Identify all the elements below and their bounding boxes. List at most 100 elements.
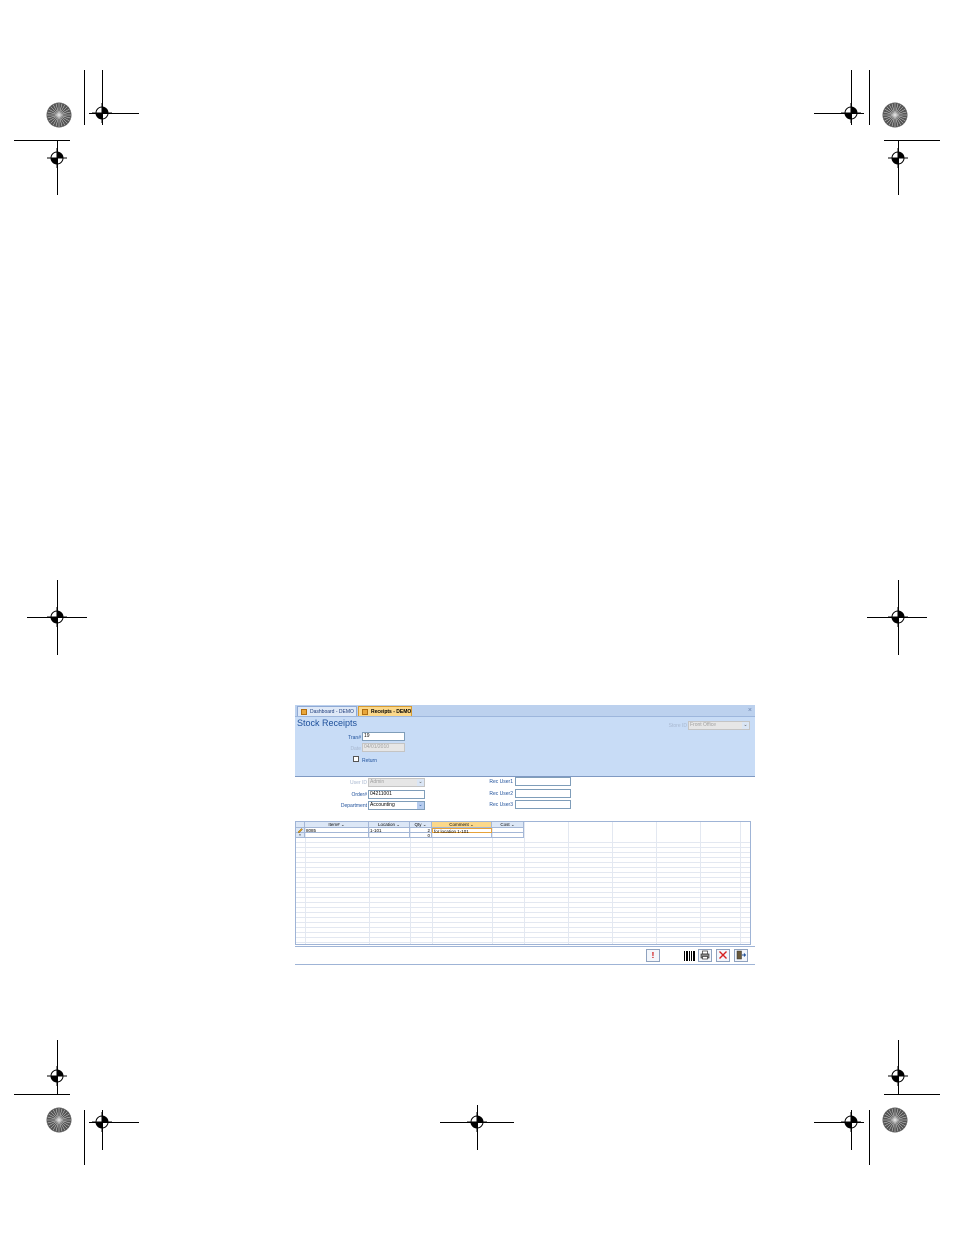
rec-user1-label: Rec User1 bbox=[489, 779, 513, 785]
column-header-label: Cost bbox=[500, 822, 510, 827]
sort-chevron-icon[interactable]: ⌄ bbox=[511, 822, 515, 827]
tab-label: Dashboard - DEMO bbox=[310, 709, 354, 715]
trans-field[interactable]: 19 bbox=[362, 732, 405, 741]
crop-line bbox=[867, 617, 927, 618]
crop-line bbox=[869, 70, 870, 125]
crop-line bbox=[869, 1110, 870, 1165]
crop-line bbox=[57, 1040, 58, 1095]
rec-user3-field[interactable] bbox=[515, 800, 571, 809]
table-cell-location[interactable] bbox=[369, 833, 410, 838]
delete-button[interactable] bbox=[716, 949, 730, 962]
date-label: Date bbox=[350, 746, 361, 752]
rec-user3-label: Rec User3 bbox=[489, 802, 513, 808]
column-header-label: Item# bbox=[328, 822, 340, 827]
form-icon bbox=[362, 709, 368, 715]
sort-chevron-icon[interactable]: ⌄ bbox=[396, 822, 400, 827]
form-header: Stock Receipts Tran# 19 Date 04/01/2010 … bbox=[295, 717, 755, 777]
empty-grid-column bbox=[700, 822, 701, 944]
crop-line bbox=[898, 140, 899, 195]
crop-line bbox=[84, 70, 85, 125]
rec-user1-field[interactable] bbox=[515, 777, 571, 786]
column-header-label: Qty bbox=[414, 822, 422, 827]
print-button[interactable] bbox=[698, 949, 712, 962]
return-checkbox[interactable] bbox=[353, 756, 359, 762]
exit-door-icon bbox=[736, 950, 747, 960]
crop-line bbox=[898, 580, 899, 655]
tab-dashboard[interactable]: Dashboard - DEMO bbox=[297, 706, 357, 716]
x-delete-icon bbox=[719, 951, 727, 959]
form-footer-toolbar: ! bbox=[295, 946, 755, 965]
crop-line bbox=[102, 1110, 103, 1150]
empty-grid-column bbox=[305, 822, 306, 944]
color-star-target-icon bbox=[882, 1107, 908, 1133]
crop-line bbox=[884, 1094, 940, 1095]
empty-grid-column bbox=[568, 822, 569, 944]
empty-grid-column bbox=[432, 822, 433, 944]
barcode-button[interactable] bbox=[682, 949, 696, 962]
department-label: Department bbox=[340, 803, 367, 809]
table-cell-comment[interactable] bbox=[432, 833, 492, 838]
tab-label: Receipts - DEMO bbox=[371, 709, 412, 715]
trans-label: Tran# bbox=[348, 735, 361, 741]
return-label: Return bbox=[362, 758, 378, 764]
table-cell-item[interactable] bbox=[305, 833, 369, 838]
exclamation-icon: ! bbox=[651, 951, 655, 960]
store-value: Front Office bbox=[690, 722, 717, 728]
color-star-target-icon bbox=[882, 102, 908, 128]
chevron-down-icon: ⌄ bbox=[417, 779, 424, 786]
color-star-target-icon bbox=[46, 102, 72, 128]
crop-line bbox=[57, 140, 58, 195]
crop-line bbox=[814, 113, 864, 114]
crop-line bbox=[898, 1040, 899, 1095]
user-value: Admin bbox=[370, 779, 385, 785]
form-icon bbox=[301, 709, 307, 715]
crop-line bbox=[89, 113, 139, 114]
chevron-down-icon: ⌄ bbox=[742, 722, 749, 729]
crop-line bbox=[884, 140, 940, 141]
store-label: Store ID bbox=[668, 723, 687, 729]
user-label: User ID bbox=[350, 780, 367, 786]
sort-chevron-icon[interactable]: ⌄ bbox=[470, 822, 474, 827]
rec-user2-label: Rec User2 bbox=[489, 791, 513, 797]
chevron-down-icon[interactable]: ⌄ bbox=[417, 802, 424, 809]
department-value: Accounting bbox=[370, 802, 395, 808]
tab-receipts[interactable]: Receipts - DEMO bbox=[358, 706, 412, 716]
barcode-icon bbox=[684, 951, 695, 961]
date-field: 04/01/2010 bbox=[362, 743, 405, 752]
exit-button[interactable] bbox=[734, 949, 748, 962]
empty-grid-column bbox=[410, 822, 411, 944]
crop-line bbox=[89, 1122, 139, 1123]
new-row-selector[interactable]: * bbox=[296, 833, 305, 838]
rec-user2-field[interactable] bbox=[515, 789, 571, 798]
empty-grid-column bbox=[492, 822, 493, 944]
close-icon[interactable]: × bbox=[748, 705, 752, 716]
crop-line bbox=[851, 70, 852, 125]
crop-line bbox=[14, 140, 70, 141]
empty-grid-column bbox=[369, 822, 370, 944]
order-label: Order# bbox=[351, 792, 367, 798]
department-select[interactable]: Accounting ⌄ bbox=[368, 801, 425, 810]
crop-line bbox=[851, 1110, 852, 1150]
color-star-target-icon bbox=[46, 1107, 72, 1133]
document-tab-bar: Dashboard - DEMO Receipts - DEMO × bbox=[295, 705, 755, 717]
empty-grid-column bbox=[656, 822, 657, 944]
crop-line bbox=[84, 1110, 85, 1165]
alert-button[interactable]: ! bbox=[646, 949, 660, 962]
column-header-label: Comment bbox=[449, 822, 469, 827]
store-select: Front Office ⌄ bbox=[688, 721, 750, 730]
access-form-window: Dashboard - DEMO Receipts - DEMO × Stock… bbox=[295, 705, 755, 965]
crop-line bbox=[814, 1122, 864, 1123]
sort-chevron-icon[interactable]: ⌄ bbox=[341, 822, 345, 827]
table-cell-qty[interactable]: 0 bbox=[410, 833, 432, 838]
crop-line bbox=[14, 1094, 70, 1095]
table-cell-cost[interactable] bbox=[492, 833, 524, 838]
user-select: Admin ⌄ bbox=[368, 778, 425, 787]
sort-chevron-icon[interactable]: ⌄ bbox=[423, 822, 427, 827]
empty-grid-column bbox=[612, 822, 613, 944]
receipts-datasheet[interactable]: Item# ⌄ Location ⌄ Qty ⌄ Comment ⌄ Cost … bbox=[295, 821, 751, 945]
printer-icon bbox=[700, 950, 710, 960]
column-header-label: Location bbox=[377, 822, 395, 827]
crop-line bbox=[477, 1105, 478, 1150]
order-field[interactable]: 04211001 bbox=[368, 790, 425, 799]
page-title: Stock Receipts bbox=[297, 718, 358, 728]
